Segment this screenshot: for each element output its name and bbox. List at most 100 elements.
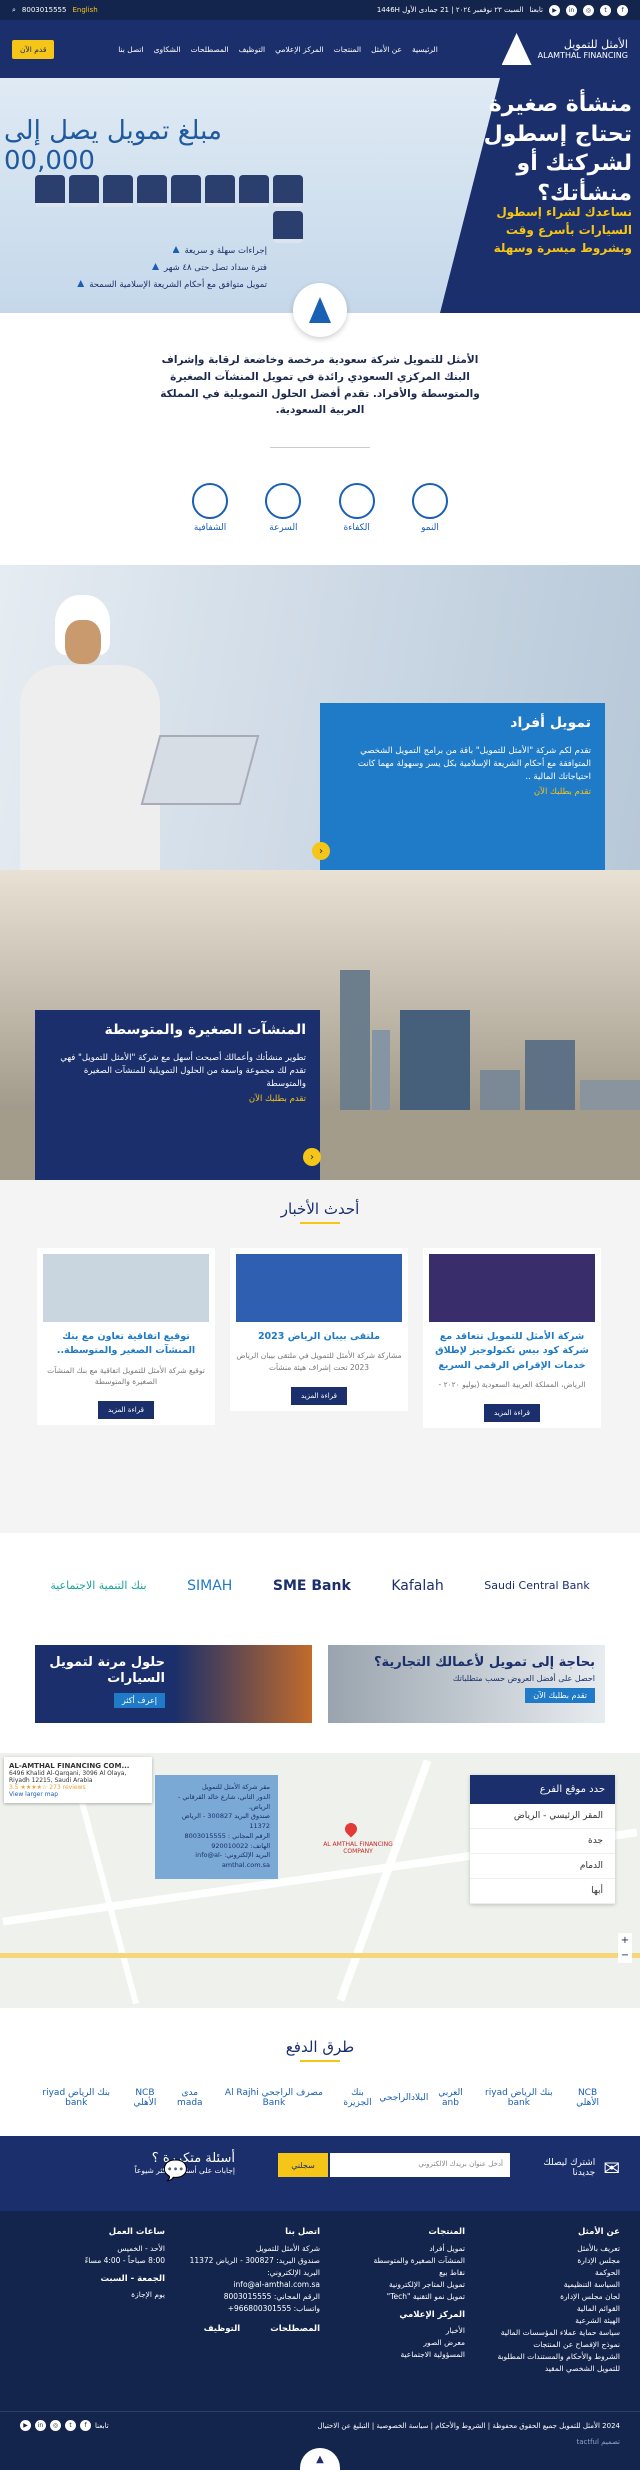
sme-apply-link[interactable]: تقدم بطلبك الآن [49, 1094, 306, 1104]
partner-logo[interactable]: SME Bank [273, 1578, 351, 1594]
hero-banner: مبلغ تمويل يصل إلى 00,000 إجراءات سهلة و… [0, 78, 640, 313]
email-input[interactable]: أدخل عنوان بريدك الالكتروني [330, 2153, 510, 2177]
linkedin-icon[interactable]: in [566, 4, 577, 16]
main-nav: الأمثل للتمويل ALAMTHAL FINANCING الرئيس… [0, 20, 640, 78]
news-card[interactable]: توقيع اتفاقية تعاون مع بنك المنشآت الصغي… [37, 1248, 215, 1425]
language-switch[interactable]: English [72, 6, 97, 14]
footer-link[interactable]: لجان مجلس الإدارة [480, 2291, 620, 2303]
arrow-left-icon[interactable]: ‹ [312, 842, 330, 860]
twitter-icon[interactable]: t [65, 2420, 76, 2431]
car-ad-button[interactable]: إعرف أكثر [113, 1692, 165, 1708]
car-finance-ad[interactable]: حلول مرنة لتمويل السيارات إعرف أكثر [35, 1645, 312, 1723]
read-more-button[interactable]: قراءة المزيد [484, 1404, 540, 1422]
footer-terms-link[interactable]: المصطلحات [270, 2323, 320, 2337]
partner-logo[interactable]: SIMAH [187, 1578, 232, 1594]
design-credit[interactable]: تصميم tactful [576, 2438, 620, 2446]
footer-link[interactable]: تمويل أفراد [335, 2243, 465, 2255]
faq-title[interactable]: أسئلة متكررة ؟ [35, 2151, 235, 2166]
partner-logo[interactable]: Kafalah [391, 1578, 443, 1594]
map-poi-label: AL AMTHAL FINANCING COMPANY [323, 1841, 393, 1855]
footer-link[interactable]: تمويل نمو التقنية "Tech" [335, 2291, 465, 2303]
payment-logo: بنك الرياض riyad bank [485, 2088, 553, 2108]
branch-item[interactable]: أبها [470, 1879, 615, 1904]
nav-item-media[interactable]: المركز الإعلامي [275, 45, 324, 54]
footer-link[interactable]: سياسة حماية عملاء المؤسسات المالية [480, 2327, 620, 2339]
news-card[interactable]: شركة الأمثل للتمويل تتعاقد مع شركة كود ب… [423, 1248, 601, 1428]
youtube-icon[interactable]: ▶ [549, 4, 560, 16]
branch-title: حدد موقع الفرع [470, 1775, 615, 1804]
nav-item-home[interactable]: الرئيسية [412, 45, 438, 54]
read-more-button[interactable]: قراءة المزيد [291, 1386, 347, 1405]
follow-label: تابعنا [95, 2421, 109, 2430]
payment-logo: مصرف الراجحي Al Rajhi Bank [224, 2088, 323, 2108]
arrow-left-icon[interactable]: ‹ [303, 1148, 321, 1166]
partner-logo[interactable]: Saudi Central Bank [484, 1579, 589, 1592]
footer-link[interactable]: القوائم المالية [480, 2303, 620, 2315]
payment-logo: العربي anb [438, 2088, 463, 2108]
sme-body: تطوير منشأتك وأعمالك أصبحت أسهل مع شركة … [60, 1053, 306, 1090]
speedometer-icon [265, 483, 302, 519]
apply-now-button[interactable]: قدم الآن [12, 39, 55, 59]
view-larger-map-link[interactable]: View larger map [9, 1791, 147, 1798]
footer-link[interactable]: الأخبار [335, 2325, 465, 2337]
branch-item[interactable]: الدمام [470, 1854, 615, 1879]
map-pin-icon[interactable] [342, 1820, 360, 1838]
office-info-popup: مقر شركة الأمثل للتمويل الدور الثاني، شا… [155, 1775, 278, 1879]
instagram-icon[interactable]: ◎ [583, 4, 594, 16]
subscribe-button[interactable]: سجلني [278, 2153, 328, 2177]
phone-number[interactable]: 8003015555 [22, 6, 67, 14]
nav-item-contact[interactable]: اتصل بنا [118, 45, 143, 54]
payment-title: طرق الدفع [0, 2038, 640, 2062]
partner-logo[interactable]: بنك التنمية الاجتماعية [50, 1579, 146, 1592]
individuals-body: تقدم لكم شركة "الأمثل للتمويل" باقة من ب… [357, 746, 591, 783]
facebook-icon[interactable]: f [617, 4, 628, 16]
read-more-button[interactable]: قراءة المزيد [98, 1401, 154, 1419]
footer-link[interactable]: المسؤولية الاجتماعية [335, 2349, 466, 2361]
news-card[interactable]: ملتقى بيبان الرياض 2023 مشاركة شركة الأم… [230, 1248, 408, 1411]
map-section[interactable]: AL-AMTHAL FINANCING COM... 6496 Khalid A… [0, 1753, 640, 2008]
footer-link[interactable]: المنشآت الصغيرة والمتوسطة [335, 2255, 465, 2267]
nav-item-about[interactable]: عن الأمثل [371, 45, 402, 54]
payment-section: طرق الدفع NCB الأهلي بنك الرياض riyad ba… [0, 2008, 640, 2136]
features-row: النمو الكفاءة السرعة الشفافية [180, 483, 460, 533]
footer-jobs-link[interactable]: التوظيف [204, 2323, 241, 2337]
logo-triangle-icon [501, 33, 532, 65]
nav-item-jobs[interactable]: التوظيف [239, 45, 266, 54]
hero-bullets: إجراءات سهلة و سريعة فترة سداد تصل حتى ٤… [22, 243, 267, 294]
hero-title: منشأة صغيرة تحتاج إسطول لشركتك أو منشأتك… [483, 92, 632, 207]
footer-link[interactable]: مجلس الإدارة [480, 2255, 620, 2267]
business-ad-button[interactable]: تقدم بطلبك الآن [525, 1688, 595, 1704]
news-card-title[interactable]: شركة الأمثل للتمويل تتعاقد مع شركة كود ب… [429, 1330, 595, 1373]
individuals-apply-link[interactable]: تقدم بطلبك الآن [334, 787, 591, 797]
footer-link[interactable]: تمويل المتاجر الإلكترونية [335, 2279, 465, 2291]
branch-item[interactable]: المقر الرئيسي - الرياض [470, 1804, 615, 1829]
footer-link[interactable]: معرض الصور [335, 2337, 465, 2349]
google-map-card: AL-AMTHAL FINANCING COM... 6496 Khalid A… [4, 1757, 152, 1803]
search-icon[interactable]: ⌕ [12, 6, 16, 15]
news-card-title[interactable]: ملتقى بيبان الرياض 2023 [236, 1330, 402, 1344]
footer-link[interactable]: الحوكمة [480, 2267, 620, 2279]
instagram-icon[interactable]: ◎ [50, 2420, 61, 2431]
business-finance-ad[interactable]: بحاجة إلى تمويل لأعمالك التجارية؟ احصل ع… [328, 1645, 605, 1723]
feature-growth: النمو [400, 483, 460, 533]
news-card-title[interactable]: توقيع اتفاقية تعاون مع بنك المنشآت الصغي… [43, 1330, 209, 1359]
footer-link[interactable]: نموذج الإفصاح عن المنتجات [480, 2339, 620, 2351]
nav-item-products[interactable]: المنتجات [334, 45, 361, 54]
footer-link[interactable]: السياسة التنظيمية [480, 2279, 620, 2291]
footer-link[interactable]: تعريف بالأمثل [480, 2243, 620, 2255]
nav-item-terms[interactable]: المصطلحات [191, 45, 229, 54]
youtube-icon[interactable]: ▶ [20, 2420, 31, 2431]
footer-email[interactable]: info@al-amthal.com.sa [180, 2279, 320, 2291]
zoom-control[interactable]: + − [618, 1933, 632, 1963]
twitter-icon[interactable]: t [600, 4, 611, 16]
nav-item-complaints[interactable]: الشكاوى [154, 45, 181, 54]
footer-link[interactable]: نقاط بيع [335, 2267, 465, 2279]
linkedin-icon[interactable]: in [35, 2420, 46, 2431]
footer-link[interactable]: الهيئة الشرعية [480, 2315, 620, 2327]
branch-item[interactable]: جدة [470, 1829, 615, 1854]
footer-products: المنتجات تمويل أفراد المنشآت الصغيرة وال… [335, 2226, 465, 2361]
facebook-icon[interactable]: f [80, 2420, 91, 2431]
footer-link[interactable]: الشروط والأحكام والمستندات المطلوبة للتم… [480, 2351, 620, 2375]
map-card-rating: 3.5 ★★★★☆ 273 reviews [9, 1784, 86, 1791]
logo[interactable]: الأمثل للتمويل ALAMTHAL FINANCING [501, 33, 628, 65]
